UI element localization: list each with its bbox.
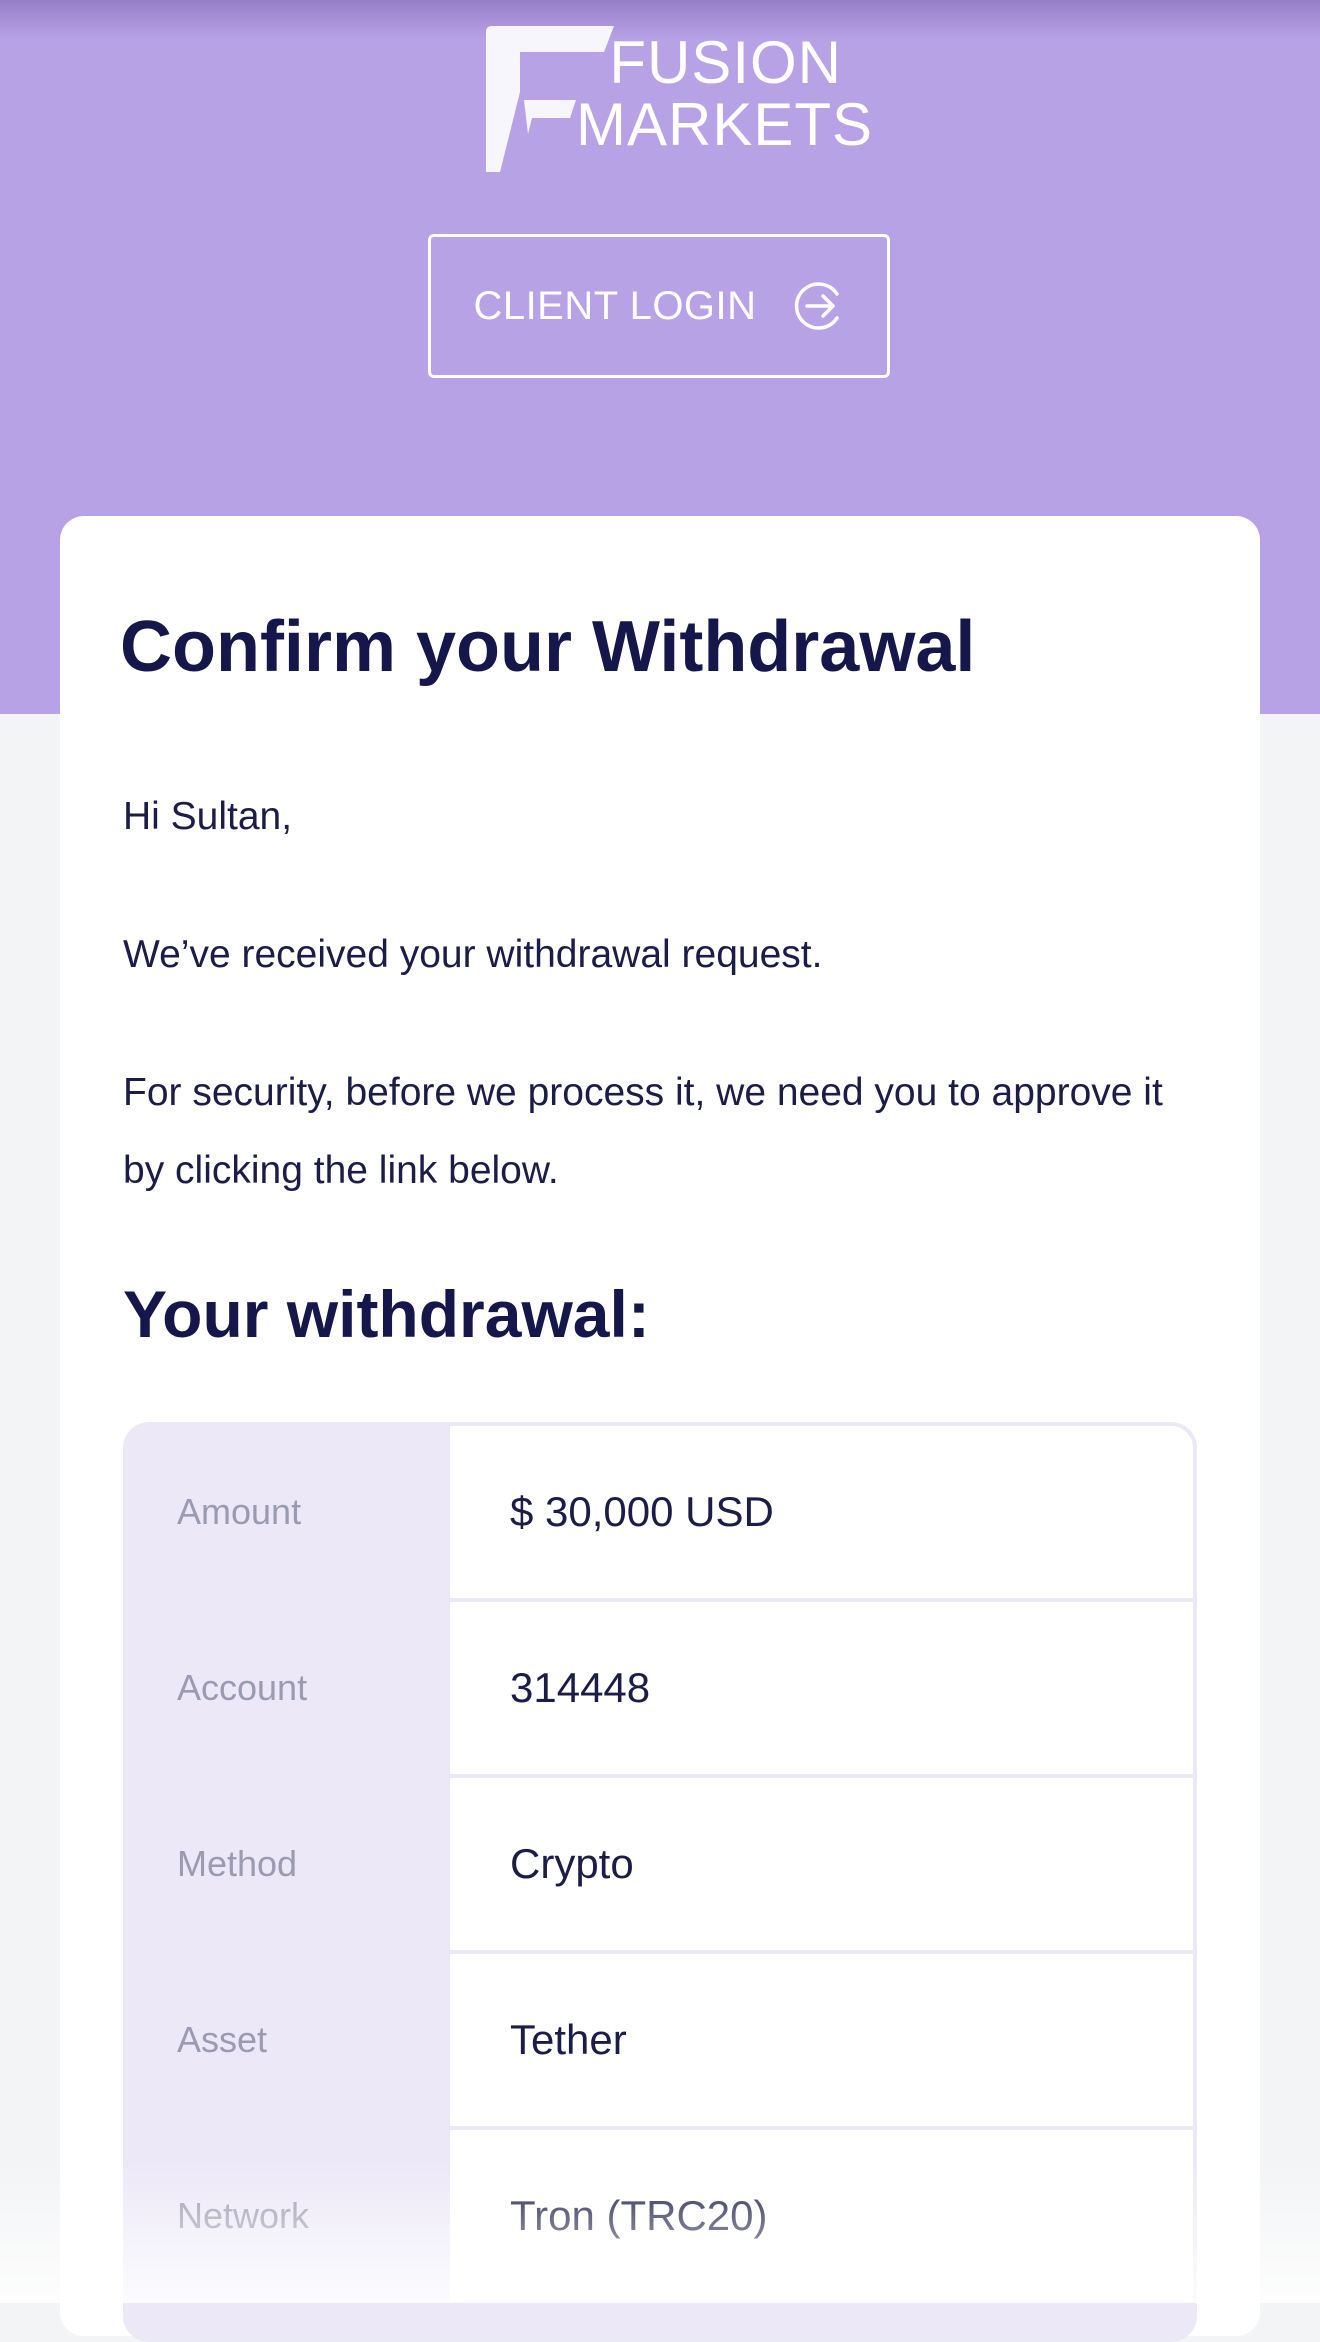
withdrawal-details-table: Amount $ 30,000 USD Account 314448 Metho… [123,1422,1197,2342]
asset-value: Tether [450,1954,1193,2126]
request-received-text: We’ve received your withdrawal request. [123,933,823,976]
table-row-amount: Amount $ 30,000 USD [127,1426,1193,1598]
table-row-account: Account 314448 [127,1602,1193,1774]
table-row-method: Method Crypto [127,1778,1193,1950]
account-label: Account [127,1602,450,1774]
method-value: Crypto [450,1778,1193,1950]
logo-line-1: FUSION [609,29,842,96]
security-approval-text: For security, before we process it, we n… [123,1071,1163,1192]
account-value: 314448 [450,1602,1193,1774]
method-label: Method [127,1778,450,1950]
client-login-label: CLIENT LOGIN [473,283,757,328]
amount-label: Amount [127,1426,450,1598]
table-row-asset: Asset Tether [127,1954,1193,2126]
table-row-network: Network Tron (TRC20) [127,2130,1193,2302]
email-card: Confirm your Withdrawal Hi Sultan, We’ve… [60,516,1260,2342]
logo-wordmark: FUSION MARKETS [576,29,874,158]
asset-label: Asset [127,1954,450,2126]
fusion-markets-logo[interactable]: FUSION MARKETS [480,22,874,177]
arrow-circle-right-icon [794,282,839,330]
client-login-button[interactable]: CLIENT LOGIN [428,234,890,378]
page-title: Confirm your Withdrawal [120,607,976,687]
network-label: Network [127,2130,450,2302]
withdrawal-subheading: Your withdrawal: [123,1277,650,1351]
network-value: Tron (TRC20) [450,2130,1193,2302]
logo-line-2: MARKETS [576,91,874,158]
greeting-text: Hi Sultan, [123,795,293,838]
amount-value: $ 30,000 USD [450,1426,1193,1598]
